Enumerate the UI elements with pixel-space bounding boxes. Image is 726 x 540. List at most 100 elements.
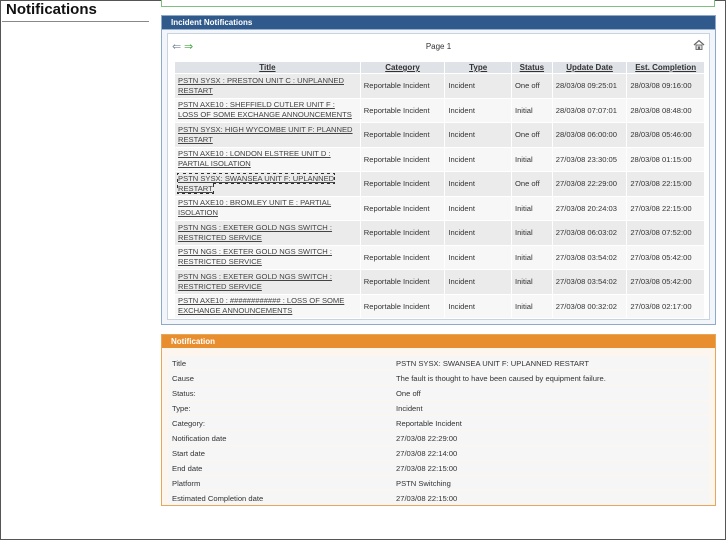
table-row: PSTN NGS : EXETER GOLD NGS SWITCH : REST… xyxy=(175,221,704,245)
detail-row: Notification date 27/03/08 22:29:00 xyxy=(168,431,709,445)
detail-row: Category: Reportable Incident xyxy=(168,416,709,430)
incident-update-date: 27/03/08 00:32:02 xyxy=(552,294,627,318)
detail-value: 27/03/08 22:14:00 xyxy=(392,446,709,460)
column-header-est-completion[interactable]: Est. Completion xyxy=(627,62,704,73)
incident-update-date: 27/03/08 06:03:02 xyxy=(552,221,627,245)
incident-category: Reportable Incident xyxy=(360,74,445,98)
notification-detail-panel: Notification Title PSTN SYSX: SWANSEA UN… xyxy=(161,334,716,506)
incident-type: Incident xyxy=(445,196,511,220)
detail-value: Reportable Incident xyxy=(392,416,709,430)
incident-est-completion: 28/03/08 05:46:00 xyxy=(627,123,704,147)
incident-update-date: 27/03/08 03:54:02 xyxy=(552,270,627,294)
incident-title-link[interactable]: PSTN NGS : EXETER GOLD NGS SWITCH : REST… xyxy=(175,270,360,294)
incident-panel-header: Incident Notifications xyxy=(162,16,715,30)
incident-type: Incident xyxy=(445,123,511,147)
table-row: PSTN SYSX : PRESTON UNIT C : UNPLANNED R… xyxy=(175,74,704,98)
detail-row: Cause The fault is thought to have been … xyxy=(168,371,709,385)
incident-type: Incident xyxy=(445,270,511,294)
incident-status: Initial xyxy=(511,221,552,245)
detail-row: Estimated Completion date 27/03/08 22:15… xyxy=(168,491,709,505)
detail-value: Incident xyxy=(392,401,709,415)
incident-est-completion: 28/03/08 01:15:00 xyxy=(627,147,704,171)
page-indicator: Page 1 xyxy=(425,42,452,51)
detail-value: 27/03/08 22:15:00 xyxy=(392,491,709,505)
incident-update-date: 27/03/08 23:30:05 xyxy=(552,147,627,171)
incident-update-date: 27/03/08 22:29:00 xyxy=(552,172,627,196)
incident-title-link[interactable]: PSTN SYSX: HIGH WYCOMBE UNIT F: PLANNED … xyxy=(175,123,360,147)
incident-est-completion: 28/03/08 09:16:00 xyxy=(627,74,704,98)
detail-row: Status: One off xyxy=(168,386,709,400)
incident-status: Initial xyxy=(511,245,552,269)
incident-est-completion: 27/03/08 07:52:00 xyxy=(627,221,704,245)
incident-est-completion: 27/03/08 22:15:00 xyxy=(627,196,704,220)
incident-notifications-panel: Incident Notifications ⇐ ⇒ Page 1 Title … xyxy=(161,15,716,325)
incident-status: One off xyxy=(511,172,552,196)
incident-title-link[interactable]: PSTN AXE10 : ############ : LOSS OF SOME… xyxy=(175,294,360,318)
incident-category: Reportable Incident xyxy=(360,196,445,220)
incident-update-date: 27/03/08 03:54:02 xyxy=(552,245,627,269)
detail-label: Status: xyxy=(168,386,392,400)
incident-type: Incident xyxy=(445,294,511,318)
incident-title-link[interactable]: PSTN AXE10 : BROMLEY UNIT E : PARTIAL IS… xyxy=(175,196,360,220)
incident-category: Reportable Incident xyxy=(360,123,445,147)
incident-category: Reportable Incident xyxy=(360,270,445,294)
incident-update-date: 28/03/08 09:25:01 xyxy=(552,74,627,98)
incident-category: Reportable Incident xyxy=(360,294,445,318)
incident-title-link[interactable]: PSTN AXE10 : SHEFFIELD CUTLER UNIT F : L… xyxy=(175,98,360,122)
title-divider xyxy=(2,21,149,22)
table-row: PSTN AXE10 : BROMLEY UNIT E : PARTIAL IS… xyxy=(175,196,704,220)
incident-status: Initial xyxy=(511,294,552,318)
detail-value: 27/03/08 22:15:00 xyxy=(392,461,709,475)
notification-detail-table: Title PSTN SYSX: SWANSEA UNIT F: UPLANNE… xyxy=(168,355,709,506)
table-row-selected: PSTN SYSX: SWANSEA UNIT F: UPLANNED REST… xyxy=(175,172,704,196)
column-header-category[interactable]: Category xyxy=(360,62,445,73)
incident-status: Initial xyxy=(511,270,552,294)
incident-list-container: ⇐ ⇒ Page 1 Title Category Type Status Up… xyxy=(167,33,710,320)
table-row: PSTN AXE10 : SHEFFIELD CUTLER UNIT F : L… xyxy=(175,98,704,122)
detail-value: PSTN Switching xyxy=(392,476,709,490)
incident-est-completion: 27/03/08 05:42:00 xyxy=(627,245,704,269)
incident-status: Initial xyxy=(511,196,552,220)
detail-label: Title xyxy=(168,356,392,370)
incident-title-link[interactable]: PSTN NGS : EXETER GOLD NGS SWITCH : REST… xyxy=(175,245,360,269)
incident-type: Incident xyxy=(445,98,511,122)
pagination-bar: ⇐ ⇒ Page 1 xyxy=(168,34,709,57)
incident-title-link[interactable]: PSTN AXE10 : LONDON ELSTREE UNIT D : PAR… xyxy=(175,147,360,171)
detail-label: Notification date xyxy=(168,431,392,445)
column-header-title[interactable]: Title xyxy=(175,62,360,73)
table-row: PSTN NGS : EXETER GOLD NGS SWITCH : REST… xyxy=(175,245,704,269)
detail-value: One off xyxy=(392,386,709,400)
incident-type: Incident xyxy=(445,221,511,245)
detail-row: Title PSTN SYSX: SWANSEA UNIT F: UPLANNE… xyxy=(168,356,709,370)
detail-row: Start date 27/03/08 22:14:00 xyxy=(168,446,709,460)
incident-type: Incident xyxy=(445,245,511,269)
detail-label: Platform xyxy=(168,476,392,490)
incident-title-link-selected[interactable]: PSTN SYSX: SWANSEA UNIT F: UPLANNED REST… xyxy=(175,172,360,196)
incident-category: Reportable Incident xyxy=(360,172,445,196)
detail-label: End date xyxy=(168,461,392,475)
incident-status: Initial xyxy=(511,147,552,171)
home-icon[interactable] xyxy=(693,39,705,51)
column-header-status[interactable]: Status xyxy=(511,62,552,73)
incident-est-completion: 28/03/08 08:48:00 xyxy=(627,98,704,122)
incident-title-link[interactable]: PSTN SYSX : PRESTON UNIT C : UNPLANNED R… xyxy=(175,74,360,98)
top-panel-edge xyxy=(161,0,715,7)
detail-value: The fault is thought to have been caused… xyxy=(392,371,709,385)
detail-row: Type: Incident xyxy=(168,401,709,415)
page-title: Notifications xyxy=(6,1,97,18)
detail-label: Cause xyxy=(168,371,392,385)
selected-title-text[interactable]: PSTN SYSX: SWANSEA UNIT F: UPLANNED REST… xyxy=(176,172,336,194)
incident-title-link[interactable]: PSTN NGS : EXETER GOLD NGS SWITCH : REST… xyxy=(175,221,360,245)
incident-update-date: 28/03/08 06:00:00 xyxy=(552,123,627,147)
column-header-type[interactable]: Type xyxy=(445,62,511,73)
detail-row: Platform PSTN Switching xyxy=(168,476,709,490)
table-row: PSTN NGS : EXETER GOLD NGS SWITCH : REST… xyxy=(175,270,704,294)
incident-table: Title Category Type Status Update Date E… xyxy=(174,61,705,319)
incident-category: Reportable Incident xyxy=(360,221,445,245)
detail-label: Category: xyxy=(168,416,392,430)
column-header-update-date[interactable]: Update Date xyxy=(552,62,627,73)
detail-row: End date 27/03/08 22:15:00 xyxy=(168,461,709,475)
table-row: PSTN SYSX: HIGH WYCOMBE UNIT F: PLANNED … xyxy=(175,123,704,147)
detail-label: Start date xyxy=(168,446,392,460)
incident-category: Reportable Incident xyxy=(360,147,445,171)
